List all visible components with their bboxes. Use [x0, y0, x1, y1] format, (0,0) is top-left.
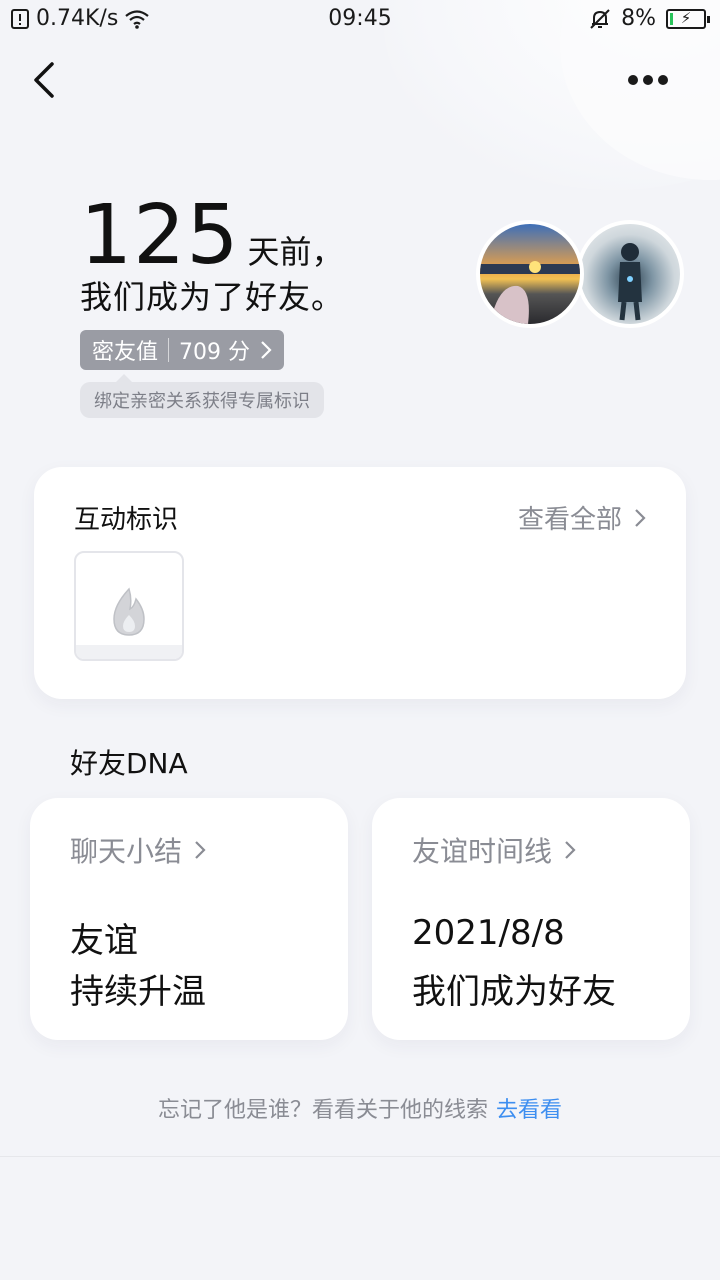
summary-line-2: 持续升温: [70, 972, 206, 1012]
card-header: 聊天小结: [70, 830, 206, 870]
summary-line-1: 友谊: [70, 921, 138, 961]
card-header-label: 聊天小结: [70, 835, 183, 868]
friendship-timeline-card[interactable]: 友谊时间线 2021/8/8 我们成为好友: [372, 798, 690, 1040]
card-title: 互动标识: [74, 505, 179, 535]
go-see-link[interactable]: 去看看: [496, 1098, 562, 1123]
friend-avatar[interactable]: [576, 220, 684, 328]
mute-bell-icon: [590, 8, 610, 29]
score-label: 密友值: [92, 340, 159, 365]
charging-bolt-icon: ⚡: [680, 8, 692, 27]
chevron-right-icon: [261, 341, 272, 359]
footer-hint: 忘记了他是谁？看看关于他的线索 去看看: [0, 1092, 720, 1124]
avatar-figure-image: [618, 243, 642, 321]
chat-summary-card[interactable]: 聊天小结 友谊 持续升温: [30, 798, 348, 1040]
timeline-event: 我们成为好友: [412, 972, 616, 1012]
interaction-badges-card: 互动标识 查看全部: [34, 467, 686, 699]
score-divider: [168, 338, 170, 362]
divider: [0, 1156, 720, 1157]
chevron-right-icon: [565, 841, 576, 859]
days-suffix: 天前，: [247, 233, 344, 271]
more-dots-icon[interactable]: [628, 70, 678, 90]
chevron-left-icon[interactable]: [28, 58, 64, 102]
friendship-page: 0.74K/s 09:45 8% ⚡ 125 天前， 我们成为了好友。 密友值 …: [0, 0, 720, 1280]
view-all-link[interactable]: 查看全部: [518, 499, 646, 536]
avatar[interactable]: [476, 220, 584, 328]
status-right: 8% ⚡: [589, 6, 710, 31]
timeline-date: 2021/8/8: [412, 913, 565, 953]
section-title-dna: 好友DNA: [70, 747, 188, 780]
view-all-label: 查看全部: [517, 505, 622, 535]
flame-icon: [113, 587, 145, 636]
card-header-label: 友谊时间线: [412, 835, 553, 868]
intimacy-score-button[interactable]: 密友值 709 分: [80, 330, 285, 370]
page-subtitle: 我们成为了好友。: [80, 278, 345, 316]
days-since-friends: 125 天前，: [80, 195, 344, 277]
footer-text: 忘记了他是谁？看看关于他的线索: [157, 1098, 488, 1123]
card-header: 友谊时间线: [412, 830, 576, 870]
bind-relationship-hint: 绑定亲密关系获得专属标识: [80, 374, 324, 418]
avatar-sunset-image: [480, 261, 580, 324]
battery-percent: 8%: [621, 6, 656, 31]
chevron-right-icon: [195, 841, 206, 859]
chevron-right-icon: [635, 508, 646, 527]
score-value: 709 分: [179, 340, 251, 365]
badge-item[interactable]: [74, 551, 184, 661]
battery-charging-icon: ⚡: [666, 8, 710, 29]
badge-footer-strip: [76, 645, 182, 659]
status-bar: 0.74K/s 09:45 8% ⚡: [0, 0, 720, 40]
days-count: 125: [80, 188, 240, 283]
